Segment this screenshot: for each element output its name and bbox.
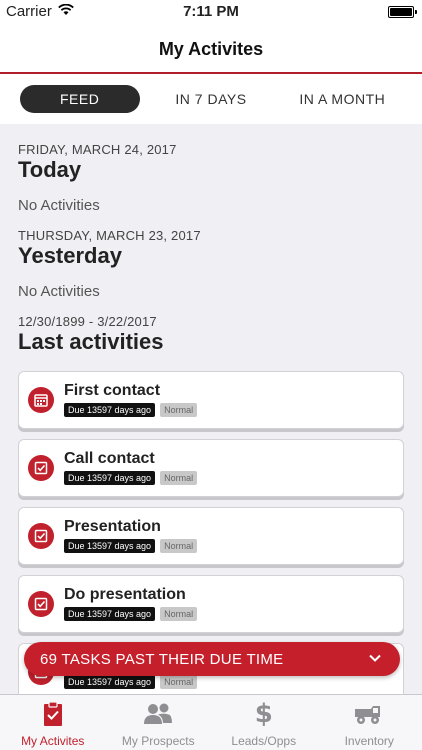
activity-badges: Due 13597 days ago Normal — [64, 607, 198, 621]
priority-badge: Normal — [160, 403, 198, 417]
truck-icon — [353, 700, 385, 728]
checkbox-icon — [28, 455, 54, 481]
clipboard-check-icon — [42, 700, 64, 728]
dollar-icon: $ — [254, 699, 273, 729]
battery-icon — [388, 6, 417, 18]
overdue-tasks-banner[interactable]: 69 TASKS PAST THEIR DUE TIME — [24, 642, 400, 676]
section-title: Last activities — [18, 329, 164, 354]
tab-my-prospects[interactable]: My Prospects — [106, 695, 212, 750]
calendar-icon — [28, 387, 54, 413]
priority-badge: Normal — [160, 539, 198, 553]
activity-title: Presentation — [64, 518, 161, 535]
overdue-tasks-text: 69 TASKS PAST THEIR DUE TIME — [40, 650, 284, 668]
empty-message: No Activities — [18, 283, 100, 300]
activity-badges: Due 13597 days ago Normal — [64, 539, 198, 553]
filter-segments: FEED IN 7 DAYS IN A MONTH — [0, 74, 422, 124]
priority-badge: Normal — [160, 675, 198, 689]
due-badge: Due 13597 days ago — [64, 675, 156, 689]
due-badge: Due 13597 days ago — [64, 403, 156, 417]
tab-label: My Prospects — [121, 734, 195, 748]
activity-badges: Due 13597 days ago Normal — [64, 403, 198, 417]
activity-badges: Due 13597 days ago Normal — [64, 675, 198, 689]
tab-label: My Activites — [21, 734, 85, 748]
tab-leads-opps[interactable]: $ Leads/Opps — [211, 695, 317, 750]
due-badge: Due 13597 days ago — [64, 607, 156, 621]
checkbox-icon — [28, 523, 54, 549]
segment-feed[interactable]: FEED — [19, 85, 140, 113]
section-date: FRIDAY, MARCH 24, 2017 — [18, 142, 177, 157]
segment-in-a-month[interactable]: IN A MONTH — [282, 85, 402, 113]
activity-title: Call contact — [64, 450, 155, 467]
people-icon — [143, 700, 173, 728]
navigation-bar: My Activites — [0, 26, 422, 74]
section-today: FRIDAY, MARCH 24, 2017 Today No Activiti… — [18, 142, 404, 214]
section-title: Yesterday — [18, 243, 122, 268]
status-time: 7:11 PM — [183, 3, 239, 20]
tab-my-activites[interactable]: My Activites — [0, 695, 106, 750]
chevron-down-icon[interactable] — [368, 651, 382, 669]
activity-badges: Due 13597 days ago Normal — [64, 471, 198, 485]
section-yesterday: THURSDAY, MARCH 23, 2017 Yesterday No Ac… — [18, 228, 404, 300]
section-date: THURSDAY, MARCH 23, 2017 — [18, 228, 201, 243]
activity-title: Do presentation — [64, 586, 186, 603]
page-title: My Activites — [158, 38, 264, 59]
segment-in-7-days[interactable]: IN 7 DAYS — [151, 85, 271, 113]
checkbox-icon — [28, 591, 54, 617]
activity-feed[interactable]: FRIDAY, MARCH 24, 2017 Today No Activiti… — [0, 124, 422, 694]
priority-badge: Normal — [160, 607, 198, 621]
priority-badge: Normal — [160, 471, 198, 485]
activity-card[interactable]: First contact Due 13597 days ago Normal — [18, 371, 404, 429]
activity-card[interactable]: Presentation Due 13597 days ago Normal — [18, 507, 404, 565]
tab-inventory[interactable]: Inventory — [317, 695, 422, 750]
section-title: Today — [18, 157, 82, 182]
due-badge: Due 13597 days ago — [64, 539, 156, 553]
activity-title: First contact — [64, 382, 161, 399]
empty-message: No Activities — [18, 197, 100, 214]
activity-card[interactable]: Do presentation Due 13597 days ago Norma… — [18, 575, 404, 633]
tab-bar: My Activites My Prospects $ Leads/Opps I… — [0, 694, 422, 750]
tab-label: Leads/Opps — [231, 734, 297, 748]
due-badge: Due 13597 days ago — [64, 471, 156, 485]
section-last-activities: 12/30/1899 - 3/22/2017 Last activities — [18, 314, 404, 355]
status-bar: Carrier 7:11 PM — [0, 0, 422, 26]
section-date: 12/30/1899 - 3/22/2017 — [18, 314, 157, 329]
activity-card[interactable]: Call contact Due 13597 days ago Normal — [18, 439, 404, 497]
tab-label: Inventory — [344, 734, 394, 748]
